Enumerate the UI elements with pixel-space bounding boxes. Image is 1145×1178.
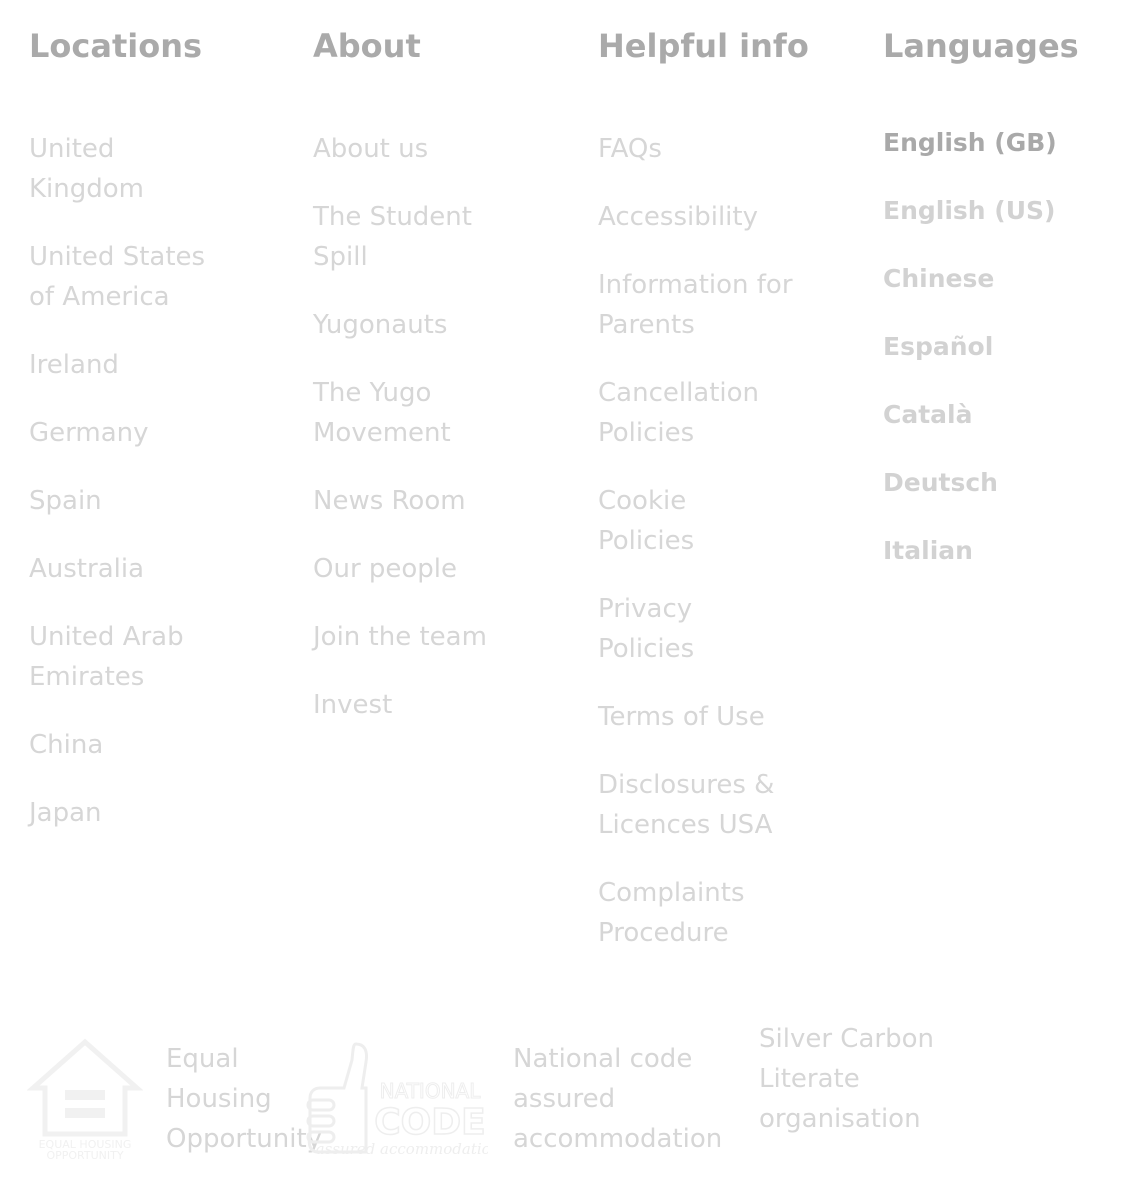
- helpful-link-terms[interactable]: Terms of Use: [598, 697, 813, 737]
- language-option-espanol[interactable]: Español: [883, 327, 1057, 367]
- locations-list: United Kingdom United States of America …: [29, 129, 229, 861]
- national-code-logo-line3: assured accommodation: [316, 1140, 488, 1158]
- helpful-link-privacy[interactable]: Privacy Policies: [598, 589, 728, 669]
- about-link-yugonauts[interactable]: Yugonauts: [313, 305, 523, 345]
- about-list: About us The Student Spill Yugonauts The…: [313, 129, 523, 753]
- location-link-united-kingdom[interactable]: United Kingdom: [29, 129, 229, 209]
- equal-housing-label: Equal Housing Opportunity: [166, 1044, 323, 1154]
- helpful-link-faqs[interactable]: FAQs: [598, 129, 813, 169]
- helpful-link-parents-info[interactable]: Information for Parents: [598, 265, 803, 345]
- about-link-student-spill[interactable]: The Student Spill: [313, 197, 498, 277]
- equal-housing-logo-line2: OPPORTUNITY: [46, 1149, 123, 1160]
- location-link-ireland[interactable]: Ireland: [29, 345, 229, 385]
- location-link-uae[interactable]: United Arab Emirates: [29, 617, 229, 697]
- helpful-info-heading: Helpful info: [598, 27, 809, 65]
- about-link-our-people[interactable]: Our people: [313, 549, 523, 589]
- languages-heading: Languages: [883, 27, 1079, 65]
- accreditation-badges: EQUAL HOUSING OPPORTUNITY Equal Housing …: [0, 1020, 1145, 1178]
- helpful-link-complaints[interactable]: Complaints Procedure: [598, 873, 778, 953]
- language-option-chinese[interactable]: Chinese: [883, 259, 1057, 299]
- languages-list: English (GB) English (US) Chinese Españo…: [883, 123, 1057, 599]
- helpful-link-cookie[interactable]: Cookie Policies: [598, 481, 728, 561]
- helpful-link-accessibility[interactable]: Accessibility: [598, 197, 813, 237]
- national-code-logo-line1: NATIONAL: [380, 1079, 482, 1103]
- national-code-label: National code assured accommodation: [513, 1044, 723, 1154]
- national-code-logo-line2: CODE: [374, 1102, 486, 1143]
- about-link-join-team[interactable]: Join the team: [313, 617, 523, 657]
- language-option-english-gb[interactable]: English (GB): [883, 123, 1057, 163]
- helpful-link-cancellation[interactable]: Cancellation Policies: [598, 373, 778, 453]
- location-link-australia[interactable]: Australia: [29, 549, 229, 589]
- language-option-deutsch[interactable]: Deutsch: [883, 463, 1057, 503]
- location-link-spain[interactable]: Spain: [29, 481, 229, 521]
- helpful-info-list: FAQs Accessibility Information for Paren…: [598, 129, 813, 981]
- carbon-literate-label: Silver Carbon Literate organisation: [759, 1024, 934, 1134]
- location-link-germany[interactable]: Germany: [29, 413, 229, 453]
- location-link-united-states[interactable]: United States of America: [29, 237, 229, 317]
- language-option-english-us[interactable]: English (US): [883, 191, 1057, 231]
- location-link-china[interactable]: China: [29, 725, 229, 765]
- about-heading: About: [313, 27, 421, 65]
- location-link-japan[interactable]: Japan: [29, 793, 229, 833]
- about-link-yugo-movement[interactable]: The Yugo Movement: [313, 373, 473, 453]
- about-link-news-room[interactable]: News Room: [313, 481, 523, 521]
- site-footer: Locations United Kingdom United States o…: [0, 0, 1145, 1178]
- about-link-about-us[interactable]: About us: [313, 129, 523, 169]
- helpful-link-disclosures[interactable]: Disclosures & Licences USA: [598, 765, 798, 845]
- locations-heading: Locations: [29, 27, 203, 65]
- national-code-logo-icon: NATIONAL CODE assured accommodation: [306, 1042, 488, 1158]
- language-option-italian[interactable]: Italian: [883, 531, 1057, 571]
- equal-housing-logo-icon: EQUAL HOUSING OPPORTUNITY: [27, 1038, 143, 1160]
- language-option-catala[interactable]: Català: [883, 395, 1057, 435]
- about-link-invest[interactable]: Invest: [313, 685, 523, 725]
